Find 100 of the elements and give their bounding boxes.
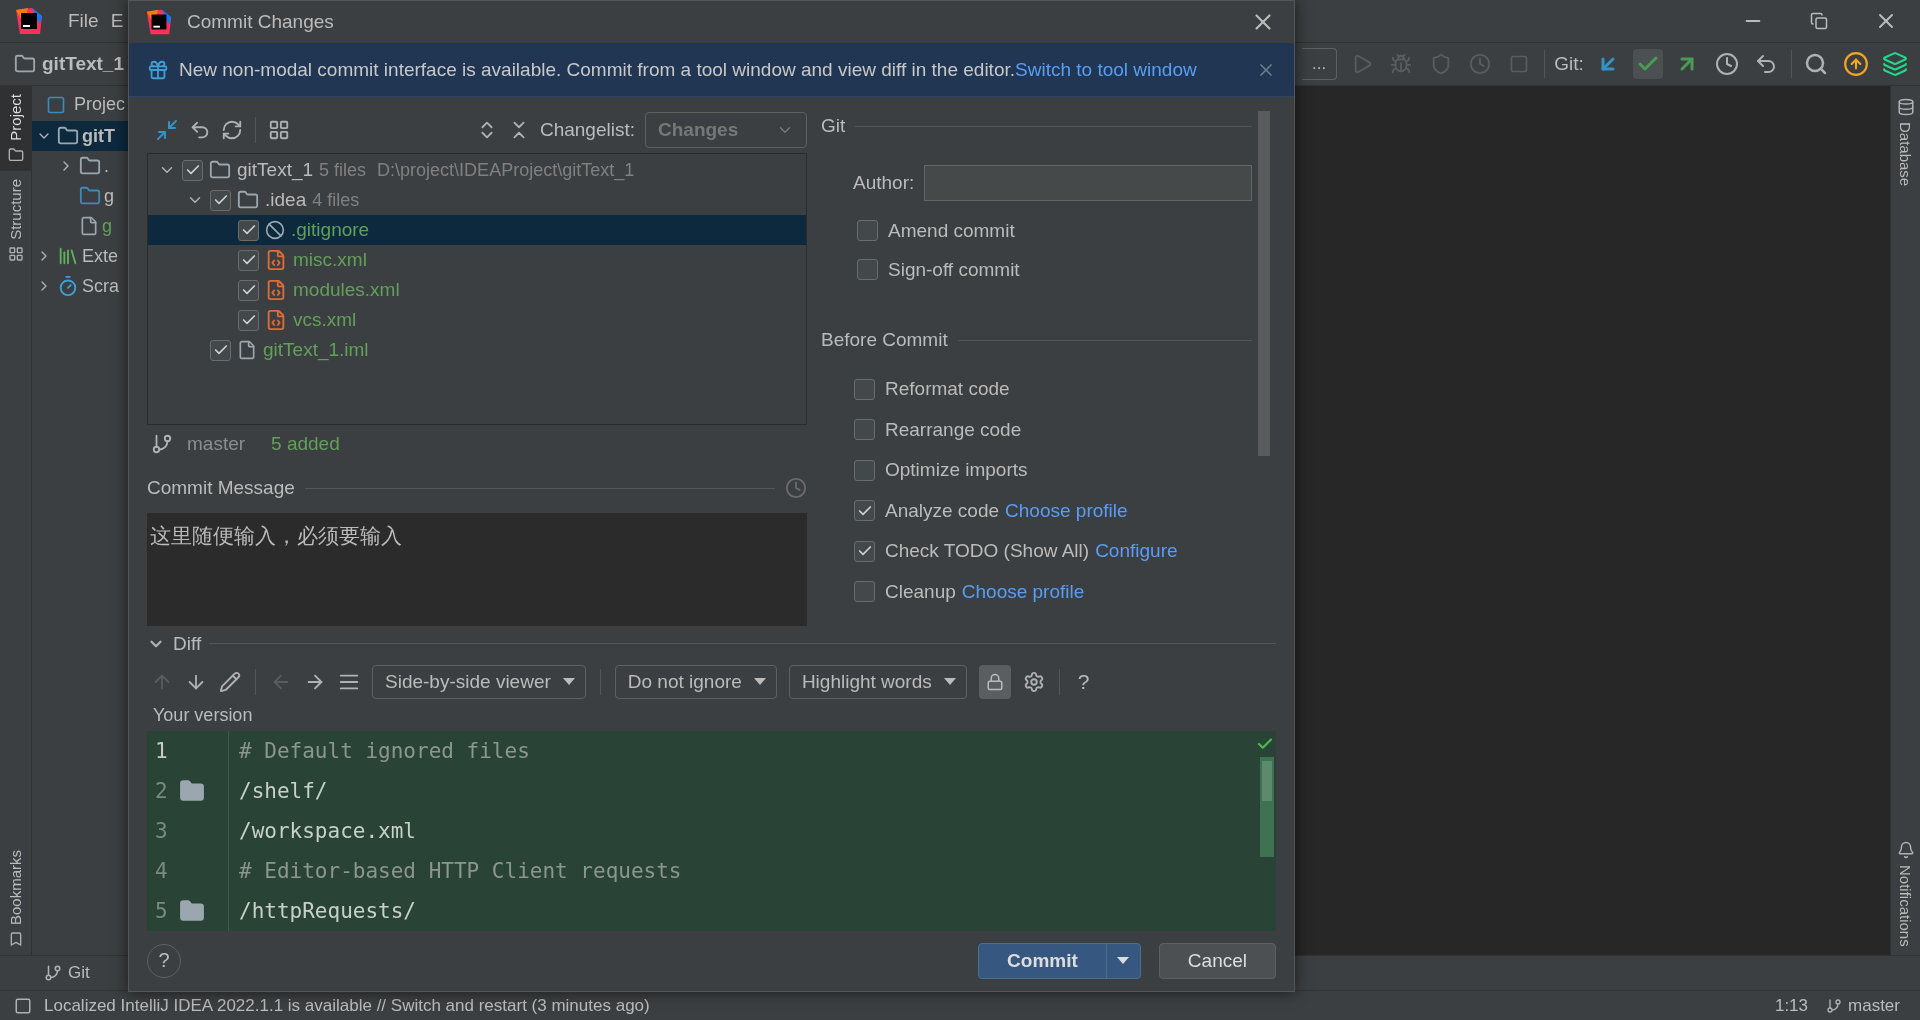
help-button[interactable]: ?	[1073, 669, 1094, 694]
section-title[interactable]: Diff	[173, 632, 202, 655]
changes-summary: 5 added	[271, 433, 340, 455]
tool-window-tab[interactable]: Structure	[0, 170, 32, 270]
rollback-icon[interactable]	[189, 119, 211, 141]
folder-icon	[237, 189, 259, 211]
checkbox[interactable]	[854, 459, 875, 481]
update-icon[interactable]	[1842, 51, 1869, 77]
line-number: 1	[155, 738, 169, 763]
checkbox[interactable]	[210, 339, 231, 361]
tool-window-tab[interactable]: Git	[44, 963, 90, 983]
settings-icon[interactable]	[1022, 670, 1045, 693]
code-line: # Editor-based HTTP Client requests	[239, 857, 682, 885]
option-label: Optimize imports	[885, 459, 1028, 482]
tree-item-label: g	[102, 215, 112, 237]
banner-text: New non-modal commit interface is available. Commit from a tool window and view diff in the editor.Switch to tool window	[179, 58, 1197, 81]
option-label: Rearrange code	[885, 418, 1022, 441]
history-icon[interactable]	[1714, 52, 1739, 76]
checkbox[interactable]	[238, 309, 259, 331]
commit-button[interactable]: Commit	[978, 942, 1141, 979]
dialog-title: Commit Changes	[187, 11, 334, 33]
group-by-icon[interactable]	[268, 119, 290, 141]
help-button[interactable]: ?	[147, 943, 181, 978]
xml-file-icon	[265, 249, 287, 271]
run-configuration-field[interactable]: ...	[1302, 48, 1338, 80]
menu-item[interactable]: E	[110, 10, 124, 32]
file-icon	[237, 340, 257, 360]
restore-icon[interactable]	[1810, 12, 1828, 30]
edit-icon[interactable]	[219, 670, 241, 693]
checkbox[interactable]	[238, 279, 259, 301]
ignore-dropdown[interactable]: Do not ignore	[614, 664, 777, 699]
bell-icon	[1896, 841, 1915, 860]
author-field[interactable]	[924, 165, 1252, 201]
panel-title[interactable]: Projec	[74, 94, 126, 115]
refresh-icon[interactable]	[221, 119, 243, 141]
library-icon	[57, 245, 79, 267]
change-tree-row[interactable]: vcs.xml	[148, 305, 806, 335]
project-tree-item[interactable]: Exte	[32, 241, 128, 271]
option-link[interactable]: Choose profile	[961, 580, 1085, 602]
checkbox[interactable]	[238, 249, 259, 271]
shelve-arrows-icon[interactable]	[155, 118, 179, 142]
switch-link[interactable]: Switch to tool window	[1015, 58, 1197, 80]
lock-toggle[interactable]	[978, 664, 1011, 699]
branch-icon	[44, 964, 62, 982]
option-label: Analyze code	[885, 499, 1000, 522]
checkbox[interactable]	[857, 259, 878, 280]
tool-window-tab[interactable]: Bookmarks	[0, 841, 32, 955]
tool-window-tab[interactable]: Notifications	[1896, 841, 1915, 947]
change-tree-row[interactable]: modules.xml	[148, 275, 806, 305]
checkbox[interactable]	[854, 581, 875, 603]
xml-file-icon	[265, 279, 287, 301]
project-tree-item[interactable]: .	[32, 151, 128, 181]
viewer-dropdown[interactable]: Side-by-side viewer	[372, 664, 586, 699]
branch-name: master	[187, 433, 246, 455]
gift-icon	[147, 58, 169, 81]
file-name: modules.xml	[293, 279, 400, 301]
project-tree-item[interactable]: gitT	[32, 121, 128, 151]
checkbox[interactable]	[238, 219, 259, 241]
branch-widget[interactable]: master	[1826, 995, 1900, 1016]
change-tree-row[interactable]: .idea 4 files	[148, 185, 806, 215]
checkbox[interactable]	[182, 159, 203, 181]
highlight-dropdown[interactable]: Highlight words	[788, 664, 967, 699]
commit-message-field[interactable]: 这里随便输入，必须要输入	[147, 513, 807, 626]
scrollbar[interactable]	[1258, 111, 1270, 456]
checkbox[interactable]	[854, 540, 875, 562]
file-name: .idea	[265, 189, 307, 211]
change-tree-row[interactable]: .gitignore	[148, 215, 806, 245]
checkbox[interactable]	[854, 378, 875, 400]
search-icon[interactable]	[1804, 52, 1829, 76]
file-name: misc.xml	[293, 249, 367, 271]
menu-item[interactable]: File	[68, 10, 99, 32]
tree-item-label: Exte	[82, 245, 119, 267]
file-icon	[79, 216, 99, 236]
option-link[interactable]: Configure	[1095, 540, 1178, 562]
branch-icon	[1826, 997, 1843, 1014]
project-tree-item[interactable]: g	[32, 211, 128, 241]
project-tree-item[interactable]: Scra	[32, 271, 128, 301]
change-tree-row[interactable]: misc.xml	[148, 245, 806, 275]
diff-editor[interactable]: 1 2 3 4 5 # Default ignored files /shelf/ /workspace.xml # Editor-based HTTP Client requests /httpRequests/	[147, 730, 1276, 931]
status-message[interactable]: Localized IntelliJ IDEA 2022.1.1 is available // Switch and restart (3 minutes ago)	[44, 995, 650, 1016]
tool-window-tab[interactable]: Project	[0, 86, 32, 171]
checkbox[interactable]	[854, 500, 875, 522]
option-label: Check TODO (Show All)	[885, 540, 1090, 563]
tree-item-label: g	[104, 185, 114, 207]
tool-window-tab[interactable]: Database	[1896, 98, 1915, 187]
option-label: Reformat code	[885, 378, 1010, 401]
project-tree-item[interactable]: g	[32, 181, 128, 211]
project-breadcrumb[interactable]: gitText_1	[14, 53, 124, 75]
option-link[interactable]: Choose profile	[1005, 499, 1128, 521]
cancel-button[interactable]: Cancel	[1158, 942, 1276, 979]
checkbox[interactable]	[210, 189, 231, 211]
checkbox[interactable]	[854, 419, 875, 441]
file-path: D:\project\IDEAProject\gitText_1	[376, 159, 635, 181]
change-tree-row[interactable]: gitText_1.iml	[148, 335, 806, 365]
project-view-icon	[46, 94, 66, 115]
change-tree-row[interactable]: gitText_1 5 files D:\project\IDEAProject\gitText_1	[148, 155, 806, 185]
folder-icon	[79, 185, 101, 207]
cursor-position[interactable]: 1:13	[1774, 995, 1809, 1016]
scroll-thumb[interactable]	[1262, 760, 1272, 801]
checkbox[interactable]	[857, 220, 878, 241]
